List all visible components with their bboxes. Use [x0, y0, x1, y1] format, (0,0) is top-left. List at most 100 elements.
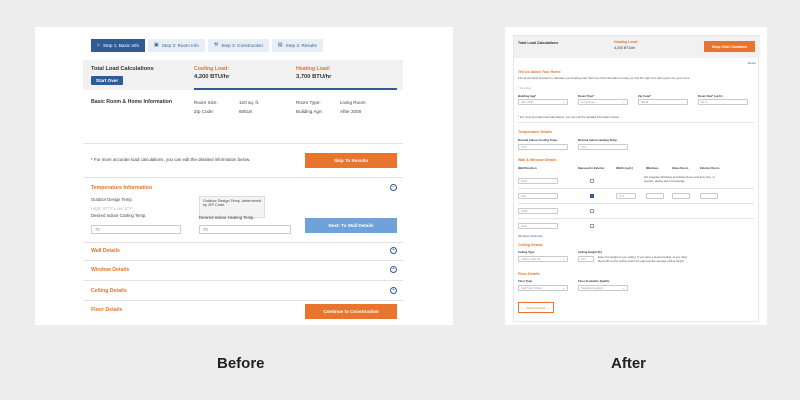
chevron-down-icon: ⌄	[562, 257, 565, 261]
continue-construction-button[interactable]: Continue to Construction	[305, 304, 397, 319]
floor-details-title[interactable]: Floor Details	[91, 307, 122, 313]
zip-code-input[interactable]: 60618	[638, 99, 688, 105]
window-details-title[interactable]: Window Details	[91, 267, 129, 273]
outdoor-temp-hint: High: 87°F Low: 2°F	[91, 206, 133, 211]
wall-section-title: Wall & Window Details	[518, 158, 557, 162]
building-age-label: Building Age:	[296, 109, 323, 114]
temperature-section-title[interactable]: Temperature Information	[91, 185, 152, 191]
ceiling-details-title[interactable]: Ceiling Details	[91, 288, 127, 294]
zip-code-label: Zip Code*	[638, 94, 652, 98]
ceiling-height-input[interactable]: 10 ft.	[578, 256, 594, 262]
room-type-select[interactable]: Living Room ⌄	[578, 99, 628, 105]
room-size-label: Room Size:	[194, 100, 218, 105]
building-age-label: Building Age*	[518, 94, 537, 98]
floor-section-title: Floor Details	[518, 272, 540, 276]
room-size-value: 120 sq. ft.	[239, 100, 260, 105]
before-panel: ⌂ Step 1: Basic Info ▣ Step 2: Room Info ⚒…	[35, 27, 453, 325]
cooling-temp-input[interactable]: 75	[91, 225, 181, 234]
heating-load-label: Heating Load:	[296, 66, 331, 72]
start-over-button[interactable]: Start Over	[91, 76, 123, 85]
exposed-checkbox[interactable]	[590, 224, 594, 228]
divider	[83, 300, 403, 301]
room-type-label: Room Type*	[578, 94, 595, 98]
home-section-title: Tell Us About Your Home	[518, 70, 561, 74]
col-header: Exposed to Exterior	[578, 166, 605, 170]
room-type-value: Living Room	[340, 100, 366, 105]
outdoor-temp-label: Outdoor Design Temp.	[91, 197, 133, 202]
building-age-select[interactable]: After 2000 ⌄	[518, 99, 568, 105]
divider	[83, 242, 403, 243]
cooling-temp-label: Desired Indoor Cooling Temp.	[91, 213, 147, 218]
heating-load-value: 3,700 BTU/hr	[296, 74, 332, 80]
zip-code-value: 60618	[239, 109, 252, 114]
load-summary: Total Load Calculations Start Over Cooli…	[83, 60, 403, 90]
skip-to-results-button[interactable]: Skip To Results	[305, 153, 397, 168]
ceiling-height-hint: Enter the height of your ceiling. If you…	[598, 255, 688, 263]
ceiling-type-select[interactable]: Ceiling under flat ⌄	[518, 256, 568, 262]
after-caption: After	[611, 355, 647, 372]
heating-temp-input[interactable]: 70°F	[578, 144, 628, 150]
floor-insulation-select[interactable]: Standard Insulation ⌄	[578, 285, 628, 291]
collapse-icon[interactable]: −	[390, 184, 397, 191]
reset-results-button[interactable]: Reset Results	[518, 302, 554, 313]
divider	[83, 280, 403, 281]
room-size-label: Room Size* (sq.ft.)	[698, 94, 723, 98]
tab-construction[interactable]: ⚒ Step 3: Construction	[207, 39, 269, 52]
tab-room-info[interactable]: ▣ Step 2: Room Info	[148, 39, 205, 52]
after-panel: Total Load Calculations Heating Load: 4,…	[505, 27, 767, 325]
divider	[83, 260, 403, 261]
room-icon: ▣	[154, 42, 159, 48]
load-summary: Total Load Calculations Heating Load: 4,…	[514, 36, 760, 58]
reset-link[interactable]: Reset	[748, 61, 756, 65]
ceiling-height-label: Ceiling Height (ft.)	[578, 250, 603, 254]
cooling-load-value: 4,200 BTU/hr	[194, 74, 230, 80]
before-calculator: ⌂ Step 1: Basic Info ▣ Step 2: Room Info ⚒…	[83, 35, 403, 323]
chevron-down-icon: ⌄	[622, 100, 625, 104]
exposed-checkbox[interactable]	[590, 209, 594, 213]
width-input[interactable]: 10 ft	[616, 193, 636, 199]
summary-title: Total Load Calculations	[91, 66, 154, 72]
ceiling-type-label: Ceiling Type	[518, 250, 535, 254]
summary-title: Total Load Calculations	[518, 41, 559, 45]
col-header: Exterior Doors	[700, 166, 720, 170]
wall-direction-select[interactable]: West	[518, 223, 558, 229]
floor-type-select[interactable]: Slab Type Surface ⌄	[518, 285, 568, 291]
chevron-down-icon: ⌄	[622, 286, 625, 290]
glass-doors-input[interactable]	[672, 193, 690, 199]
divider	[83, 177, 403, 178]
divider	[518, 122, 754, 123]
room-info-title: Basic Room & Home Information	[91, 99, 172, 105]
heating-temp-label: Desired Indoor Heating Temp.	[578, 138, 618, 142]
building-age-value: After 2000	[340, 109, 362, 114]
exposed-checkbox[interactable]	[590, 194, 594, 198]
wall-direction-select[interactable]: East	[518, 193, 558, 199]
exposed-checkbox[interactable]	[590, 179, 594, 183]
col-header: Width (sq.ft.)	[616, 166, 634, 170]
wall-direction-select[interactable]: South	[518, 208, 558, 214]
wall-direction-select[interactable]: North	[518, 178, 558, 184]
windows-input[interactable]	[646, 193, 664, 199]
heating-temp-input[interactable]: 70	[199, 225, 291, 234]
heating-load-value: 4,200 BTU/hr	[614, 46, 636, 50]
wall-details-title[interactable]: Wall Details	[91, 248, 120, 254]
expand-icon[interactable]: +	[390, 266, 397, 273]
col-header: Glass Doors	[672, 166, 689, 170]
tab-results[interactable]: ▤ Step 4: Results	[271, 39, 323, 52]
cooling-temp-label: Desired Indoor Cooling Temp.	[518, 138, 558, 142]
tools-icon: ⚒	[213, 42, 219, 48]
tab-basic-info[interactable]: ⌂ Step 1: Basic Info	[91, 39, 146, 52]
floor-type-label: Floor Type	[518, 279, 533, 283]
windows-optional-link[interactable]: Windows (Optional)	[518, 234, 542, 238]
room-size-input[interactable]: Sq. ft.	[698, 99, 748, 105]
document-icon: ▤	[277, 42, 283, 48]
ceiling-section-title: Ceiling Details	[518, 243, 543, 247]
next-wall-details-button[interactable]: Next: To Wall Details	[305, 218, 397, 233]
expand-icon[interactable]: +	[390, 247, 397, 254]
exterior-doors-input[interactable]	[700, 193, 718, 199]
step-tabs: ⌂ Step 1: Basic Info ▣ Step 2: Room Info ⚒…	[91, 39, 323, 52]
cooling-temp-input[interactable]: 75°F	[518, 144, 568, 150]
summary-underline	[194, 88, 397, 90]
shop-hvac-button[interactable]: Shop HVAC Solutions	[704, 41, 755, 52]
col-header: Windows	[646, 166, 659, 170]
expand-icon[interactable]: +	[390, 287, 397, 294]
